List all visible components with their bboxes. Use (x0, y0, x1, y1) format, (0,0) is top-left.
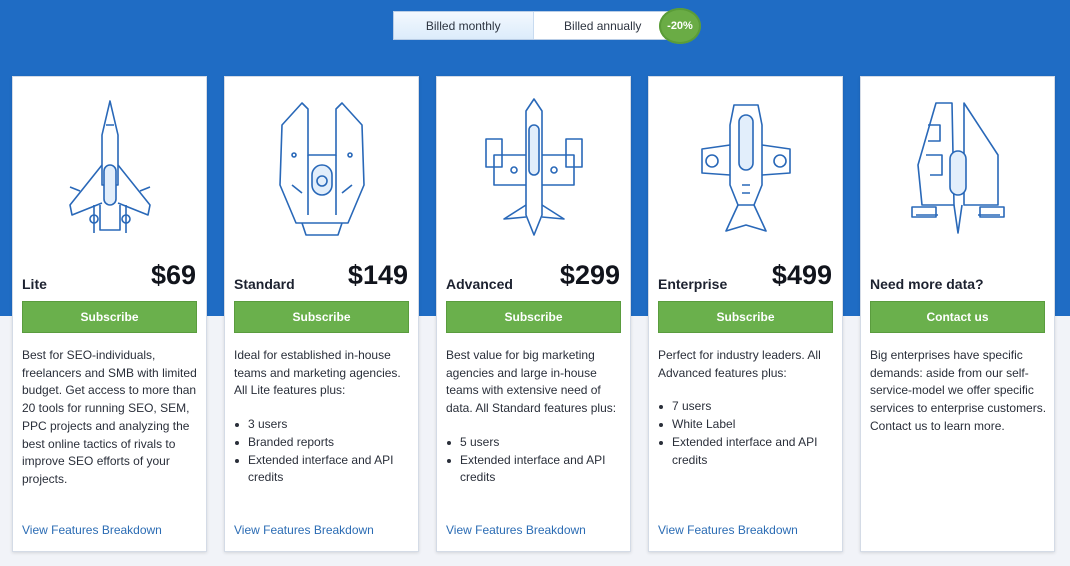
plan-description-text: Best value for big marketing agencies an… (446, 348, 617, 416)
plan-card-enterprise: Enterprise $499 Subscribe Perfect for in… (648, 76, 843, 552)
list-item: Extended interface and API credits (446, 452, 626, 487)
plan-price: $299 (559, 260, 620, 290)
plan-description-text: Best for SEO-individuals, freelancers an… (22, 348, 197, 486)
plan-features-list: 5 users Extended interface and API credi… (446, 434, 626, 487)
plan-card-advanced: Advanced $299 Subscribe Best value for b… (436, 76, 631, 552)
plan-card-standard: Standard $149 Subscribe Ideal for establ… (224, 76, 419, 552)
plan-card-lite: Lite $69 Subscribe Best for SEO-individu… (12, 76, 207, 552)
plan-name: Enterprise (658, 276, 728, 292)
view-features-link[interactable]: View Features Breakdown (234, 523, 374, 537)
billed-monthly-option[interactable]: Billed monthly (394, 12, 534, 39)
list-item: White Label (658, 416, 838, 434)
plan-description: Big enterprises have specific demands: a… (870, 347, 1050, 436)
contact-us-button[interactable]: Contact us (870, 301, 1045, 333)
list-item: 7 users (658, 398, 838, 416)
plan-features-list: 3 users Branded reports Extended interfa… (234, 416, 414, 487)
plan-description: Perfect for industry leaders. All Advanc… (658, 347, 838, 469)
view-features-link[interactable]: View Features Breakdown (446, 523, 586, 537)
view-features-link[interactable]: View Features Breakdown (22, 523, 162, 537)
subscribe-button[interactable]: Subscribe (234, 301, 409, 333)
plan-description-text: Ideal for established in-house teams and… (234, 348, 401, 398)
plan-description: Best value for big marketing agencies an… (446, 347, 626, 487)
cruiser-ship-icon (485, 98, 583, 236)
list-item: Branded reports (234, 434, 414, 452)
plan-description-text: Perfect for industry leaders. All Advanc… (658, 348, 821, 380)
discount-badge: -20% (659, 8, 701, 44)
plan-card-custom: Need more data? Contact us Big enterpris… (860, 76, 1055, 552)
subscribe-button[interactable]: Subscribe (658, 301, 833, 333)
plan-name: Advanced (446, 276, 513, 292)
plan-description-text: Big enterprises have specific demands: a… (870, 348, 1047, 433)
subscribe-button[interactable]: Subscribe (22, 301, 197, 333)
mothership-icon (911, 102, 1005, 234)
plan-description: Best for SEO-individuals, freelancers an… (22, 347, 202, 489)
list-item: Extended interface and API credits (234, 452, 414, 487)
billed-annually-option[interactable]: Billed annually (534, 12, 673, 39)
plan-name: Need more data? (870, 276, 984, 292)
plan-features-list: 7 users White Label Extended interface a… (658, 398, 838, 469)
battle-ship-icon (701, 104, 791, 232)
fork-ship-icon (279, 102, 365, 236)
billing-toggle: Billed monthly Billed annually (393, 11, 673, 40)
plan-price: $499 (771, 260, 832, 290)
plan-price: $149 (347, 260, 408, 290)
rocket-ship-icon (69, 100, 151, 233)
subscribe-button[interactable]: Subscribe (446, 301, 621, 333)
list-item: 5 users (446, 434, 626, 452)
plan-price: $69 (150, 260, 196, 290)
list-item: Extended interface and API credits (658, 434, 838, 469)
list-item: 3 users (234, 416, 414, 434)
plan-description: Ideal for established in-house teams and… (234, 347, 414, 487)
plan-name: Standard (234, 276, 295, 292)
view-features-link[interactable]: View Features Breakdown (658, 523, 798, 537)
plan-name: Lite (22, 276, 47, 292)
